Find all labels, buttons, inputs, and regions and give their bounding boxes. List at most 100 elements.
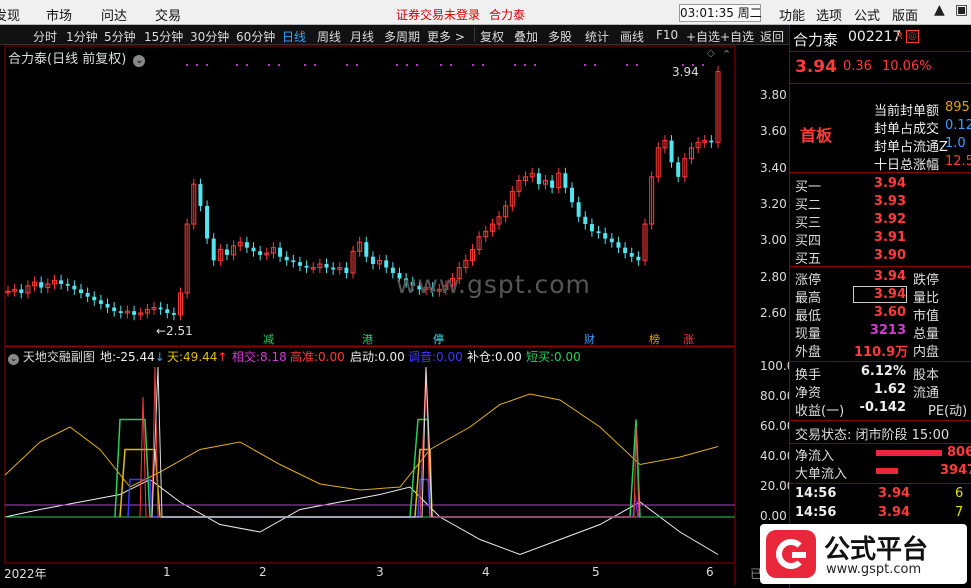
seal-row: 当前封单额8956 [874, 100, 971, 119]
buy-book-row[interactable]: 买二 3.93 [790, 194, 971, 213]
date-label: 1 [163, 565, 171, 579]
stat-row: 最高 3.94 量比 [795, 286, 940, 306]
stat-row: 最低 3.60 市值 [795, 305, 940, 324]
high-price-marker: 3.94 [672, 65, 699, 79]
buy-book-row[interactable]: 买五 3.90 [790, 248, 971, 267]
pin-icon[interactable]: ◎ [906, 30, 919, 43]
stat-row: 涨停 3.94 跌停 [795, 269, 940, 288]
stat-row: 收益(一) -0.142 PE(动) [795, 400, 968, 419]
period-15min[interactable]: 15分钟 [144, 28, 183, 45]
watermark: www.gspt.com [396, 270, 591, 299]
indicator-value-di: 地:-25.44↓ [100, 350, 165, 364]
login-warning[interactable]: 证券交易未登录 [396, 6, 480, 23]
buy-book-row[interactable]: 买三 3.92 [790, 212, 971, 231]
period-5min[interactable]: 5分钟 [104, 28, 136, 45]
period-60min[interactable]: 60分钟 [236, 28, 275, 45]
indicator-value-tiaoyin: 调音:0.00 [408, 350, 463, 364]
stat-row: 现量 3213 总量 [795, 323, 940, 342]
price-label: 3.40 [760, 161, 787, 175]
menu-market[interactable]: 市场 [46, 5, 72, 24]
main-pane-frame [4, 45, 736, 347]
period-daily[interactable]: 日线 [282, 28, 306, 45]
title-stock-name: 合力泰 [489, 8, 526, 22]
price-label: 3.80 [760, 88, 787, 102]
tool-overlay[interactable]: 叠加 [514, 28, 538, 45]
tool-label[interactable]: +自选 [686, 28, 720, 45]
clock: 03:01:35 周二 [679, 4, 762, 22]
stat-row: 外盘 110.9万 内盘 [795, 345, 940, 360]
low-marker-arrow-icon: ← [156, 324, 167, 338]
stock-code: 002217 [848, 29, 902, 45]
period-more[interactable]: 更多 > [427, 28, 465, 45]
flow-bar [876, 468, 898, 474]
stat-row: 净资 1.62 流通 [795, 382, 940, 401]
period-multi[interactable]: 多周期 [384, 28, 420, 45]
chevron-down-icon[interactable]: ⌄ [8, 354, 19, 365]
indicator-axis-label: 0.00 [760, 509, 787, 523]
menu-discover[interactable]: 发现 [0, 5, 20, 24]
buy-book-row[interactable]: 买一 3.94 [790, 176, 971, 195]
menu-trade[interactable]: 交易 [155, 5, 181, 24]
stock-name: 合力泰 [793, 31, 839, 49]
indicator-lines [4, 366, 735, 556]
seal-row: 十日总涨幅 12.5 [874, 154, 971, 173]
period-1min[interactable]: 1分钟 [66, 28, 98, 45]
menu-formula[interactable]: 公式 [854, 5, 880, 24]
stat-row: 换手 6.12% 股本 [795, 364, 940, 383]
price-change-pct: 10.06% [882, 59, 932, 74]
period-30min[interactable]: 30分钟 [190, 28, 229, 45]
quote-header: 合力泰 002217 R ◎ [790, 29, 971, 49]
quote-price-row: 3.94 0.36 10.06% [790, 57, 971, 79]
event-tag[interactable]: 港 [362, 331, 373, 347]
indicator-pane-frame [4, 346, 736, 564]
low-price-marker: 2.51 [166, 324, 193, 338]
tool-multi-stock[interactable]: 多股 [548, 28, 572, 45]
main-chart-title[interactable]: 合力泰(日线 前复权) ⌄ [8, 48, 146, 67]
tool-draw-line[interactable]: 画线 [620, 28, 644, 45]
tool-add-watchlist[interactable]: +自选 [720, 28, 754, 45]
event-tag[interactable]: 榜 [649, 331, 660, 347]
period-monthly[interactable]: 月线 [350, 28, 374, 45]
brand-logo-icon [766, 530, 816, 578]
date-label: 2 [259, 565, 267, 579]
collapse-chevron-icon[interactable]: ⌃ [722, 48, 731, 61]
buy-book-row[interactable]: 买四 3.91 [790, 230, 971, 249]
last-price: 3.94 [795, 57, 837, 77]
period-fenshi[interactable]: 分时 [33, 28, 57, 45]
window-button-icon[interactable]: ▣ [955, 2, 968, 18]
signal-dots [186, 64, 704, 66]
minimize-icon[interactable]: ▲ [934, 2, 945, 18]
trade-status: 交易状态: 闭市阶段 15:00 [795, 428, 950, 443]
event-tag[interactable]: 停 [433, 331, 444, 347]
menu-options[interactable]: 选项 [816, 5, 842, 24]
chevron-down-icon[interactable]: ⌄ [133, 55, 146, 67]
brand-name: 公式平台 [824, 535, 929, 565]
tool-statistics[interactable]: 统计 [585, 28, 609, 45]
price-label: 2.60 [760, 306, 787, 320]
menu-layout[interactable]: 版面 [892, 5, 918, 24]
indicator-value-xiangjiao: 相交:8.18 [232, 350, 287, 364]
menu-wenda[interactable]: 问达 [101, 5, 127, 24]
candlestick-series [5, 66, 721, 321]
indicator-name: 天地交融副图 [22, 350, 95, 364]
flow-bar [876, 450, 942, 456]
seal-row: 封单占成交 0.12 [874, 118, 971, 137]
price-label: 2.80 [760, 270, 787, 284]
r-badge: R [896, 31, 903, 42]
menu-function[interactable]: 功能 [779, 5, 805, 24]
event-tag[interactable]: 减 [263, 331, 274, 347]
brand-badge: 公式平台 www.gspt.com [760, 524, 967, 584]
tool-f10[interactable]: F10 [656, 28, 678, 42]
chart-area[interactable] [0, 45, 789, 588]
indicator-value-duanmai: 短买:0.00 [526, 350, 581, 364]
price-label: 3.00 [760, 233, 787, 247]
date-label: 6 [706, 565, 714, 579]
period-weekly[interactable]: 周线 [317, 28, 341, 45]
indicator-header[interactable]: ⌄ 天地交融副图 [8, 348, 95, 365]
tool-back[interactable]: 返回 [760, 28, 784, 45]
event-tag[interactable]: 财 [584, 331, 595, 347]
diamond-icon[interactable]: ◇ [707, 48, 715, 59]
tool-restore-rights[interactable]: 复权 [480, 28, 504, 45]
event-tag[interactable]: 涨 [683, 331, 694, 347]
indicator-value-tian: 天:49.44↑ [167, 350, 228, 364]
